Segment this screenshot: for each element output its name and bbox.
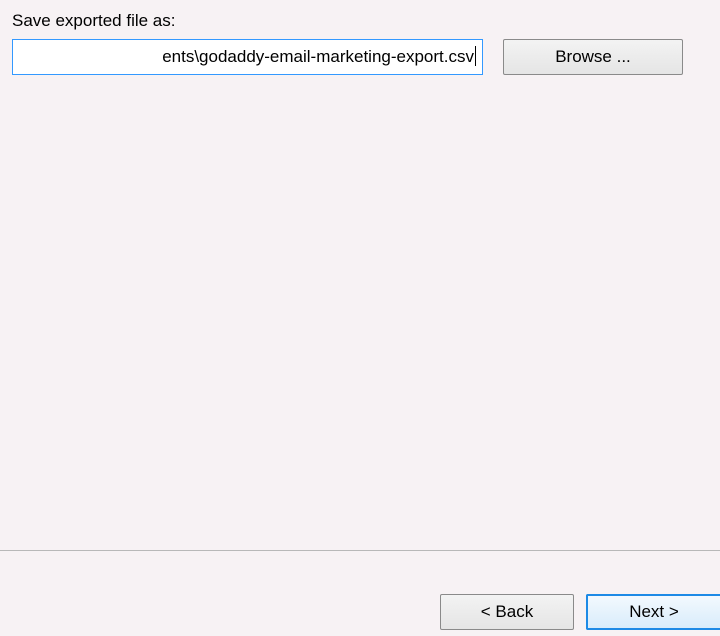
input-row: ents\godaddy-email-marketing-export.csv … xyxy=(12,39,708,75)
browse-button[interactable]: Browse ... xyxy=(503,39,683,75)
text-caret xyxy=(475,46,476,66)
file-path-input[interactable]: ents\godaddy-email-marketing-export.csv xyxy=(12,39,483,75)
save-as-label: Save exported file as: xyxy=(12,11,708,31)
back-button[interactable]: < Back xyxy=(440,594,574,630)
wizard-buttons: < Back Next > xyxy=(440,594,720,636)
file-path-value: ents\godaddy-email-marketing-export.csv xyxy=(162,47,474,66)
wizard-footer: < Back Next > xyxy=(0,550,720,636)
export-form: Save exported file as: ents\godaddy-emai… xyxy=(0,0,720,86)
next-button[interactable]: Next > xyxy=(586,594,720,630)
